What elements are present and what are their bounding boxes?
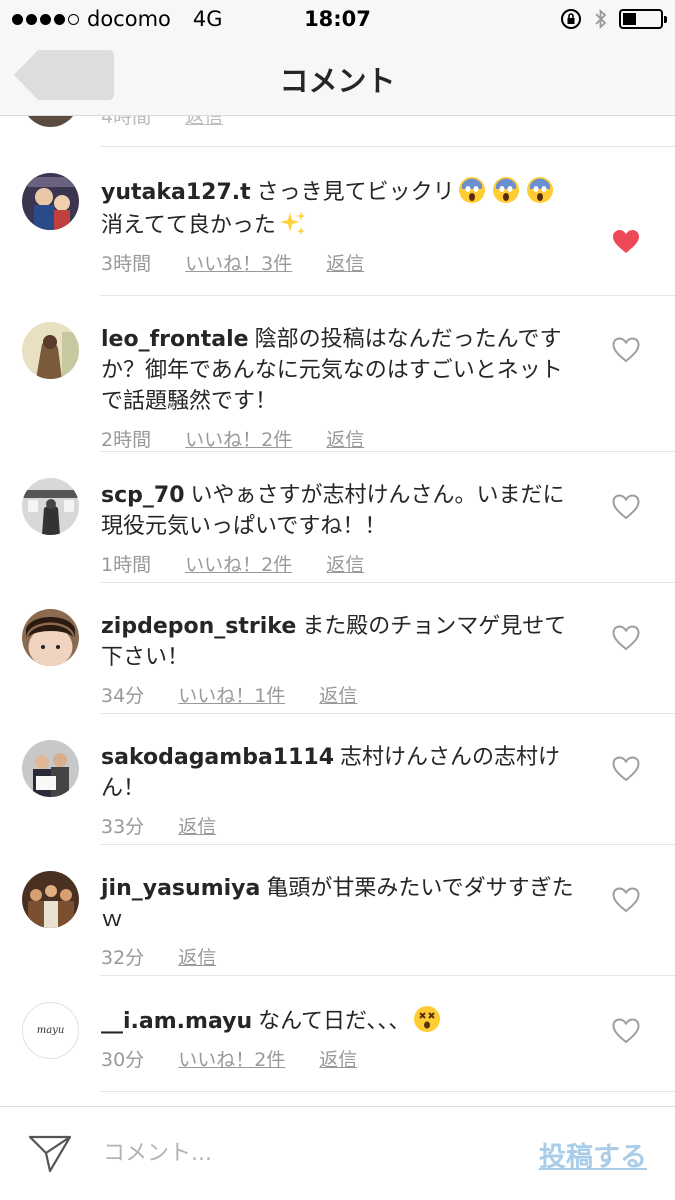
dizzy-face-icon xyxy=(410,1006,444,1034)
comments-screen: docomo 4G 18:07 4時間 返信 yutaka127.t さっき見て… xyxy=(0,0,675,1200)
direct-send-icon[interactable] xyxy=(28,1133,72,1173)
comment-meta: 1時間 いいね！2件 返信 xyxy=(101,550,581,581)
comment-meta: 33分 返信 xyxy=(101,812,581,843)
likes-count-link[interactable]: いいね！1件 xyxy=(178,681,285,712)
avatar[interactable] xyxy=(22,173,79,230)
likes-count-link[interactable]: いいね！3件 xyxy=(185,249,292,280)
avatar[interactable]: mayu xyxy=(22,1002,79,1059)
comment-meta: 3時間 いいね！3件 返信 xyxy=(101,249,581,280)
likes-count-link[interactable]: いいね！2件 xyxy=(178,1045,285,1076)
comment-username[interactable]: jin_yasumiya xyxy=(101,876,260,901)
comment-time: 34分 xyxy=(101,685,145,707)
comment-content: jin_yasumiya 亀頭が甘栗みたいでダサすぎたｗ 32分 返信 xyxy=(101,873,581,974)
reply-link[interactable]: 返信 xyxy=(319,1045,357,1076)
comment-time: 3時間 xyxy=(101,253,152,275)
comment-item: mayu __i.am.mayu なんて日だ、、、 30分 いいね！2件 返信 xyxy=(0,976,675,1092)
reply-link[interactable]: 返信 xyxy=(178,943,216,974)
avatar[interactable] xyxy=(22,740,79,797)
avatar[interactable] xyxy=(22,871,79,928)
screaming-face-icon xyxy=(455,177,557,205)
orientation-lock-icon xyxy=(561,9,581,29)
reply-link[interactable]: 返信 xyxy=(326,550,364,581)
comment-time: 33分 xyxy=(101,816,145,838)
comment-meta: 30分 いいね！2件 返信 xyxy=(101,1045,581,1076)
battery-icon xyxy=(619,9,667,29)
like-heart-filled-icon[interactable] xyxy=(612,229,640,255)
comment-username[interactable]: leo_frontale xyxy=(101,327,249,352)
page-title: コメント xyxy=(279,64,396,98)
comment-item: scp_70 いやぁさすが志村けんさん。いまだに現役元気いっぱいですね！！ 1時間… xyxy=(0,452,675,583)
like-heart-outline-icon[interactable] xyxy=(612,1018,640,1044)
comment-text: なんて日だ、、、 xyxy=(258,1009,411,1034)
divider xyxy=(100,1091,675,1092)
avatar[interactable] xyxy=(22,322,79,379)
comment-content: yutaka127.t さっき見てビックリ 消えてて良かった 3時間 いいね！3件… xyxy=(101,175,581,280)
comment-content: __i.am.mayu なんて日だ、、、 30分 いいね！2件 返信 xyxy=(101,1004,581,1076)
comment-content: zipdepon_strike また殿のチョンマゲ見せて下さい！ 34分 いいね！… xyxy=(101,611,581,712)
comment-composer: 投稿する xyxy=(0,1106,675,1200)
comment-username[interactable]: zipdepon_strike xyxy=(101,614,296,639)
post-button[interactable]: 投稿する xyxy=(539,1135,647,1174)
status-right xyxy=(559,7,667,31)
reply-link[interactable]: 返信 xyxy=(326,249,364,280)
navigation-bar: コメント xyxy=(0,40,675,116)
like-heart-outline-icon[interactable] xyxy=(612,625,640,651)
avatar-logo-text: mayu xyxy=(36,1025,65,1036)
comment-meta: 32分 返信 xyxy=(101,943,581,974)
comment-meta: 34分 いいね！1件 返信 xyxy=(101,681,581,712)
status-bar: docomo 4G 18:07 xyxy=(0,0,675,40)
reply-link[interactable]: 返信 xyxy=(319,681,357,712)
comment-item: leo_frontale 陰部の投稿はなんだったんですか？御年であんなに元気なのは… xyxy=(0,296,675,452)
comment-time: 32分 xyxy=(101,947,145,969)
comment-username[interactable]: scp_70 xyxy=(101,483,185,508)
comment-content: sakodagamba1114 志村けんさんの志村けん！ 33分 返信 xyxy=(101,742,581,843)
comment-username[interactable]: sakodagamba1114 xyxy=(101,745,334,770)
comment-time: 1時間 xyxy=(101,554,152,576)
comment-item: jin_yasumiya 亀頭が甘栗みたいでダサすぎたｗ 32分 返信 xyxy=(0,845,675,976)
sparkles-icon xyxy=(276,211,310,238)
reply-link[interactable]: 返信 xyxy=(178,812,216,843)
like-heart-outline-icon[interactable] xyxy=(612,756,640,782)
like-heart-outline-icon[interactable] xyxy=(612,887,640,913)
bluetooth-icon xyxy=(595,8,607,30)
battery-level xyxy=(623,13,636,25)
like-heart-outline-icon[interactable] xyxy=(612,494,640,520)
comment-input[interactable] xyxy=(103,1135,503,1171)
comment-content: scp_70 いやぁさすが志村けんさん。いまだに現役元気いっぱいですね！！ 1時間… xyxy=(101,480,581,581)
comment-item: sakodagamba1114 志村けんさんの志村けん！ 33分 返信 xyxy=(0,714,675,845)
comment-list[interactable]: 4時間 返信 yutaka127.t さっき見てビックリ 消えてて良かった 3時… xyxy=(0,40,675,1106)
comment-item: zipdepon_strike また殿のチョンマゲ見せて下さい！ 34分 いいね！… xyxy=(0,583,675,714)
comment-username[interactable]: __i.am.mayu xyxy=(101,1009,252,1034)
avatar[interactable] xyxy=(22,609,79,666)
like-heart-outline-icon[interactable] xyxy=(612,337,640,363)
comment-time: 30分 xyxy=(101,1049,145,1071)
comment-item: yutaka127.t さっき見てビックリ 消えてて良かった 3時間 いいね！3件… xyxy=(0,147,675,296)
comment-text: さっき見てビックリ xyxy=(256,180,455,205)
comment-username[interactable]: yutaka127.t xyxy=(101,180,251,205)
comment-text-line2: 消えてて良かった xyxy=(101,213,276,238)
comment-content: leo_frontale 陰部の投稿はなんだったんですか？御年であんなに元気なのは… xyxy=(101,324,581,456)
avatar[interactable] xyxy=(22,478,79,535)
likes-count-link[interactable]: いいね！2件 xyxy=(185,550,292,581)
